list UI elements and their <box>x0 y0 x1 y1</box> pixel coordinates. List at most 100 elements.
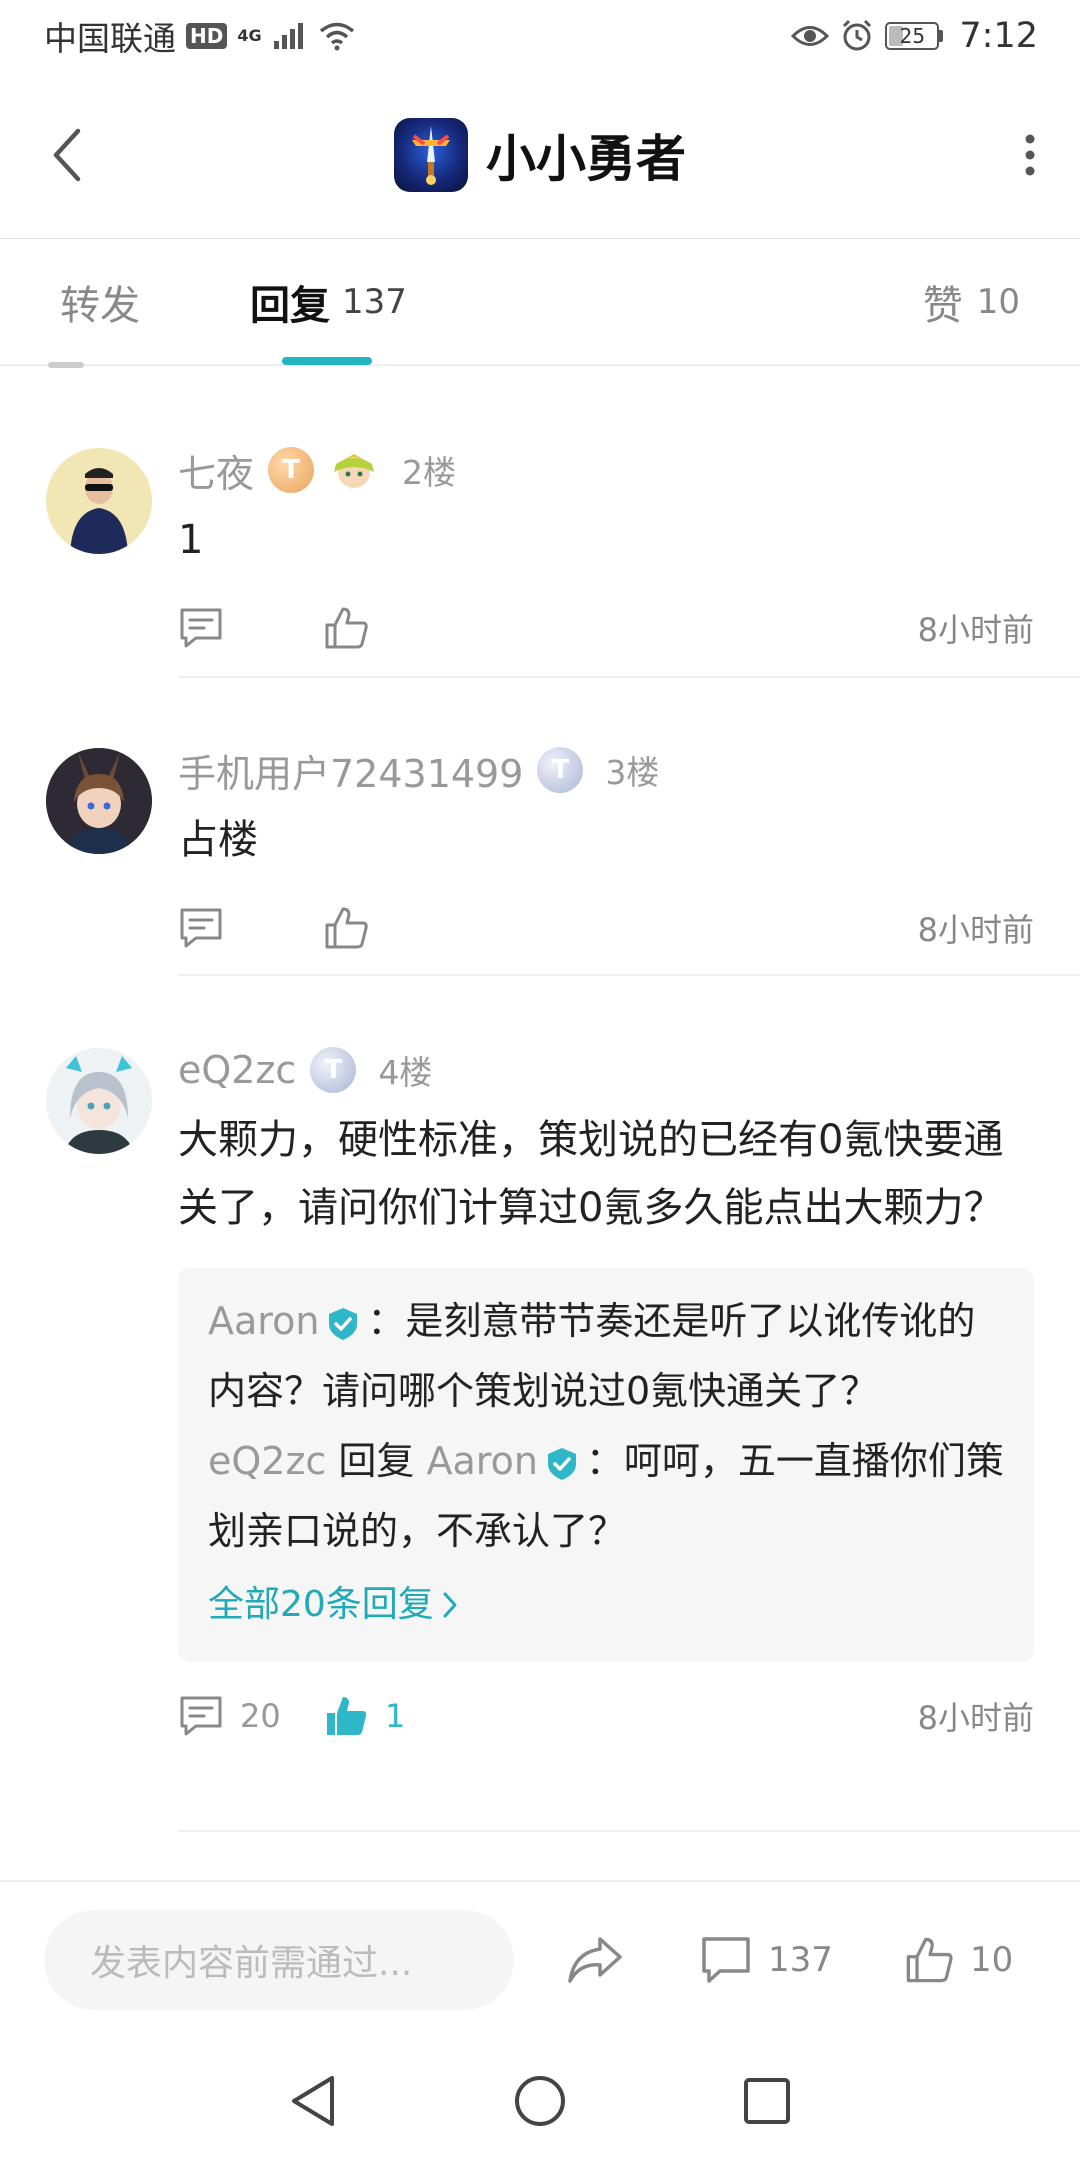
username[interactable]: eQ2zc <box>178 1048 296 1092</box>
floor-number: 3楼 <box>605 753 660 792</box>
avatar[interactable] <box>46 748 152 854</box>
comment-reply-count: 20 <box>240 1697 281 1735</box>
reply-author[interactable]: eQ2zc <box>208 1439 326 1483</box>
comment-icon <box>180 908 222 948</box>
chevron-right-icon <box>443 1592 457 1618</box>
comment-meta: 七夜 T 2楼 <box>178 440 1034 500</box>
nav-back-icon <box>292 2076 335 2126</box>
level-badge-icon: T <box>537 747 584 793</box>
reply-preview-box[interactable]: Aaron ：是刻意带节奏还是听了以讹传讹的内容？请问哪个策划说过0氪快通关了？ … <box>178 1268 1034 1662</box>
clock: 7:12 <box>959 16 1038 56</box>
back-arrow-icon <box>53 128 81 182</box>
carrier-label: 中国联通 <box>44 19 176 58</box>
bottom-action-bar: 发表内容前需通过... 137 10 <box>0 1880 1080 2042</box>
comment-actions: 20 1 8小时前 <box>178 1686 1034 1746</box>
divider <box>178 974 1080 976</box>
comment-body: 手机用户72431499 T 3楼 占楼 8小时前 <box>178 740 1034 958</box>
tab-like-count: 10 <box>976 282 1020 322</box>
view-all-replies-label: 全部20条回复 <box>208 1584 434 1625</box>
battery-level: 25 <box>899 24 926 48</box>
reply-item: eQ2zc 回复 Aaron ：呵呵，五一直播你们策划亲口说的，不承认了？ <box>208 1426 1004 1566</box>
system-nav-bar <box>0 2042 1080 2160</box>
tab-bar: 转发 回复 137 赞 10 <box>0 238 1080 366</box>
character-badge-icon <box>334 454 375 488</box>
comment-time: 8小时前 <box>917 611 1034 649</box>
thumbs-up-icon <box>325 607 368 649</box>
reply-button[interactable] <box>178 898 224 958</box>
tab-reply-label: 回复 <box>250 283 330 329</box>
status-left: 中国联通 HD 4G <box>44 12 356 60</box>
network-type: 4G <box>237 26 262 45</box>
nav-back-button[interactable] <box>273 2061 353 2141</box>
comment-input[interactable]: 发表内容前需通过... <box>44 1910 514 2010</box>
comment-body: eQ2zc T 4楼 大颗力，硬性标准，策划说的已经有0氪快要通关了，请问你们计… <box>178 1040 1034 1746</box>
reply-button[interactable]: 20 <box>178 1686 281 1746</box>
nav-recents-button[interactable] <box>727 2061 807 2141</box>
comment-time: 8小时前 <box>917 911 1034 949</box>
reply-button[interactable] <box>178 598 224 658</box>
comment-icon <box>702 1937 750 1983</box>
floor-number: 2楼 <box>402 453 457 492</box>
tab-repost[interactable]: 转发 <box>60 239 140 365</box>
reply-target[interactable]: Aaron <box>427 1439 538 1483</box>
more-options-button[interactable] <box>1010 125 1050 185</box>
share-button[interactable] <box>566 1910 624 2010</box>
username[interactable]: 手机用户72431499 <box>178 743 523 798</box>
thumbs-up-icon <box>906 1937 953 1983</box>
comment-icon <box>180 1696 222 1736</box>
comment-time: 8小时前 <box>917 1699 1034 1737</box>
tab-reply-count: 137 <box>342 282 407 322</box>
comment-body: 七夜 T 2楼 1 8小时前 <box>178 440 1034 658</box>
comment-meta: 手机用户72431499 T 3楼 <box>178 740 1034 800</box>
level-badge-icon: T <box>310 1047 357 1093</box>
hd-badge: HD <box>186 23 228 49</box>
comment-like-count: 1 <box>385 1697 406 1735</box>
eye-comfort-icon <box>791 26 830 46</box>
back-button[interactable] <box>42 125 92 185</box>
comment-actions: 8小时前 <box>178 898 1034 958</box>
alarm-icon <box>843 19 872 51</box>
bottom-comment-count: 137 <box>768 1940 833 1980</box>
avatar[interactable] <box>46 448 152 554</box>
battery-icon: 25 <box>885 22 944 50</box>
page-title: 小小勇者 <box>486 130 686 188</box>
reply-author[interactable]: Aaron <box>208 1299 319 1343</box>
avatar[interactable] <box>46 1048 152 1154</box>
post-like-button[interactable]: 10 <box>904 1910 1013 2010</box>
like-button[interactable] <box>323 598 369 658</box>
active-tab-indicator <box>282 357 372 365</box>
floor-number: 4楼 <box>378 1053 433 1092</box>
reply-text: ：呵呵，五一直播你们策划亲口说的，不承认了？ <box>208 1439 1004 1553</box>
like-button[interactable]: 1 <box>323 1686 405 1746</box>
bottom-like-count: 10 <box>970 1940 1014 1980</box>
level-badge-icon: T <box>268 447 315 493</box>
thumbs-up-filled-icon <box>327 1697 367 1735</box>
nav-home-button[interactable] <box>500 2061 580 2141</box>
status-bar: 中国联通 HD 4G 25 7:12 <box>0 0 1080 72</box>
nav-home-icon <box>514 2076 565 2126</box>
more-vertical-icon <box>1025 134 1035 176</box>
tab-repost-label: 转发 <box>60 283 140 329</box>
comment-actions: 8小时前 <box>178 598 1034 658</box>
verified-icon <box>547 1447 576 1480</box>
comment-icon <box>180 608 222 648</box>
verified-icon <box>329 1307 358 1340</box>
reply-text: ：是刻意带节奏还是听了以讹传讹的内容？请问哪个策划说过0氪快通关了？ <box>208 1299 976 1413</box>
comment-text: 大颗力，硬性标准，策划说的已经有0氪快要通关了，请问你们计算过0氪多久能点出大颗… <box>178 1117 1004 1231</box>
comment-meta: eQ2zc T 4楼 <box>178 1040 1034 1100</box>
comments-button[interactable]: 137 <box>700 1910 833 2010</box>
tab-reply[interactable]: 回复 137 <box>250 239 407 365</box>
tab-like-label: 赞 <box>922 283 963 329</box>
tab-like[interactable]: 赞 10 <box>923 239 1020 365</box>
divider <box>178 676 1080 678</box>
divider <box>178 1830 1080 1832</box>
header: 小小勇者 <box>0 72 1080 238</box>
username[interactable]: 七夜 <box>178 443 254 498</box>
game-title[interactable]: 小小勇者 <box>394 118 686 192</box>
view-all-replies-link[interactable]: 全部20条回复 <box>208 1570 458 1640</box>
game-app-icon <box>394 118 468 192</box>
comment-text: 1 <box>178 517 204 563</box>
reply-word: 回复 <box>338 1439 415 1483</box>
like-button[interactable] <box>323 898 369 958</box>
reply-item: Aaron ：是刻意带节奏还是听了以讹传讹的内容？请问哪个策划说过0氪快通关了？ <box>208 1286 1004 1426</box>
